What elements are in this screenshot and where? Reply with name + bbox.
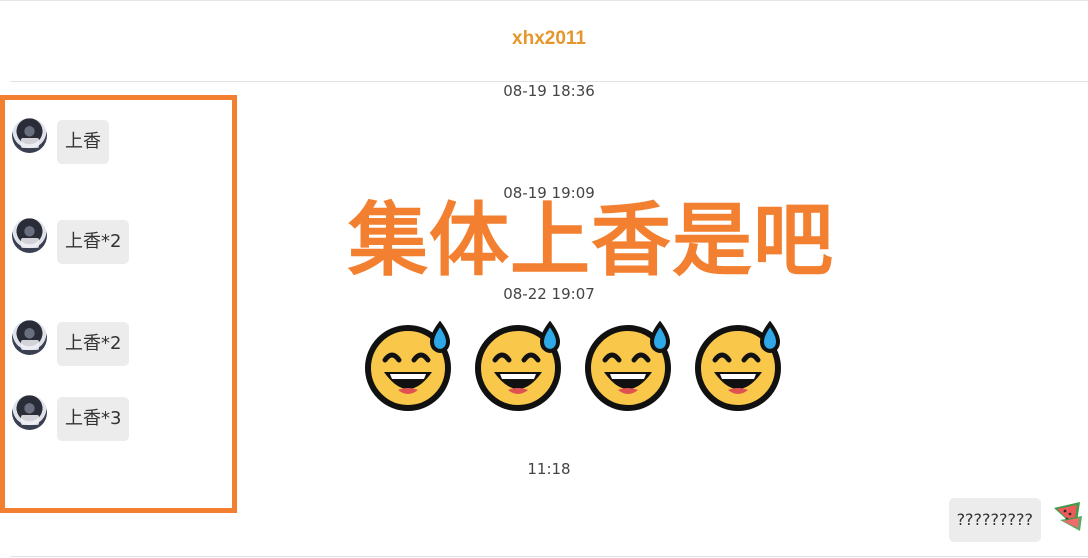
message-bubble-self[interactable]: ?????????	[948, 498, 1041, 542]
overlay-caption: 集体上香是吧	[348, 194, 834, 287]
sweat-smile-emoji	[472, 320, 564, 412]
chat-title: xhx2011	[512, 28, 586, 49]
chat-window: xhx2011 08-19 18:36 08-19 19:09 08-22 19…	[0, 0, 1088, 558]
annotation-highlight-box	[0, 95, 237, 513]
timestamp-1: 08-19 18:36	[503, 82, 595, 100]
sweat-smile-emoji	[362, 320, 454, 412]
timestamp-4: 11:18	[527, 460, 571, 478]
message-row-self: ?????????	[938, 496, 1088, 542]
emoji-row	[362, 320, 792, 412]
sweat-smile-emoji	[582, 320, 674, 412]
watermelon-avatar-icon[interactable]	[1050, 498, 1086, 534]
bottom-divider	[10, 556, 1088, 557]
top-border	[0, 0, 1088, 1]
sweat-smile-emoji	[692, 320, 784, 412]
